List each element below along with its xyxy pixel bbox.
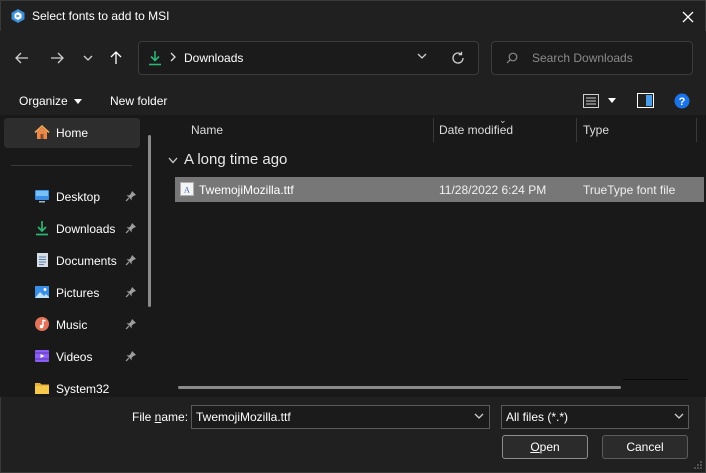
- pin-icon[interactable]: [125, 222, 137, 234]
- address-location[interactable]: Downloads: [184, 51, 243, 65]
- sidebar-item-desktop[interactable]: Desktop: [0, 182, 148, 212]
- view-details-icon[interactable]: [583, 94, 599, 108]
- close-button[interactable]: [671, 1, 705, 32]
- app-icon: [11, 9, 25, 23]
- open-button[interactable]: Open: [502, 435, 588, 459]
- sidebar-divider: [11, 165, 132, 166]
- home-icon: [34, 125, 50, 139]
- file-name-label: File name:: [132, 410, 189, 424]
- file-type-value: All files (*.*): [506, 410, 569, 424]
- arrow-right-icon: [51, 52, 64, 64]
- navigation-bar: Downloads Search Downloads: [0, 31, 706, 87]
- documents-icon: [37, 253, 48, 267]
- file-type: TrueType font file: [583, 183, 676, 197]
- back-button[interactable]: [10, 46, 34, 70]
- preview-pane-icon[interactable]: [637, 93, 654, 108]
- resize-grip-icon[interactable]: [693, 460, 703, 470]
- caret-down-icon: [73, 99, 82, 105]
- navigation-pane: Home Desktop Downloads Documents Picture…: [0, 115, 160, 397]
- address-bar[interactable]: Downloads: [138, 41, 479, 75]
- close-icon: [682, 11, 694, 22]
- file-name-field[interactable]: TwemojiMozilla.ttf: [191, 405, 490, 429]
- sidebar-item-label: Pictures: [56, 286, 100, 300]
- file-row[interactable]: A TwemojiMozilla.ttf 11/28/2022 6:24 PM …: [175, 177, 704, 202]
- file-list: Name ⌄ Date modified Type A long time ag…: [160, 115, 706, 397]
- command-bar: Organize New folder ?: [0, 87, 706, 115]
- sidebar-item-music[interactable]: Music: [0, 310, 148, 340]
- group-header[interactable]: A long time ago: [168, 151, 287, 168]
- sidebar-item-label: System32: [56, 382, 110, 396]
- sidebar-item-label: Videos: [56, 350, 93, 364]
- svg-text:?: ?: [679, 96, 686, 108]
- arrow-up-icon: [110, 51, 122, 64]
- pictures-icon: [35, 286, 49, 298]
- organize-button[interactable]: Organize: [19, 94, 82, 108]
- refresh-icon[interactable]: [451, 51, 465, 65]
- up-button[interactable]: [104, 46, 128, 70]
- pin-icon[interactable]: [125, 190, 137, 202]
- organize-label: Organize: [19, 94, 68, 108]
- search-input[interactable]: Search Downloads: [532, 51, 633, 65]
- file-name: TwemojiMozilla.ttf: [199, 183, 294, 197]
- sidebar-item-home[interactable]: Home: [4, 118, 140, 148]
- cancel-button[interactable]: Cancel: [602, 435, 688, 459]
- font-file-icon: A: [180, 182, 194, 196]
- search-box[interactable]: Search Downloads: [491, 41, 693, 75]
- chevron-down-icon: [168, 157, 178, 164]
- desktop-icon: [35, 190, 49, 203]
- column-divider[interactable]: [696, 118, 697, 142]
- sidebar-scrollbar[interactable]: [148, 135, 151, 307]
- sidebar-item-documents[interactable]: Documents: [0, 246, 148, 276]
- sidebar-item-pictures[interactable]: Pictures: [0, 278, 148, 308]
- sidebar-item-label: Desktop: [56, 190, 101, 204]
- pin-icon[interactable]: [125, 318, 137, 330]
- title-bar: Select fonts to add to MSI: [0, 0, 706, 31]
- recent-locations-button[interactable]: [76, 46, 100, 70]
- pin-icon[interactable]: [125, 286, 137, 298]
- group-label: A long time ago: [184, 151, 288, 168]
- music-icon: [35, 317, 49, 331]
- help-icon[interactable]: ?: [674, 93, 690, 109]
- sidebar-item-downloads[interactable]: Downloads: [0, 214, 148, 244]
- dialog-footer: File name: TwemojiMozilla.ttf All files …: [0, 397, 706, 473]
- file-date-modified: 11/28/2022 6:24 PM: [439, 183, 547, 197]
- window-title: Select fonts to add to MSI: [32, 9, 170, 23]
- chevron-down-icon[interactable]: [474, 413, 484, 419]
- sidebar-item-label: Documents: [56, 254, 117, 268]
- sidebar-item-label: Downloads: [56, 222, 116, 236]
- download-icon: [36, 221, 48, 236]
- sidebar-item-label: Music: [56, 318, 88, 332]
- videos-icon: [35, 350, 49, 362]
- chevron-right-icon: [170, 52, 176, 62]
- column-header-type[interactable]: Type: [583, 123, 609, 151]
- folder-icon: [35, 383, 49, 394]
- column-divider[interactable]: [433, 118, 434, 142]
- new-folder-button[interactable]: New folder: [110, 94, 167, 108]
- column-header-name[interactable]: Name: [191, 123, 223, 151]
- view-options-caret-icon[interactable]: [608, 98, 616, 103]
- horizontal-scrollbar[interactable]: [178, 386, 621, 389]
- svg-text:A: A: [184, 186, 190, 195]
- file-type-select[interactable]: All files (*.*): [501, 405, 689, 429]
- file-name-value[interactable]: TwemojiMozilla.ttf: [196, 410, 291, 424]
- arrow-left-icon: [15, 52, 28, 64]
- chevron-down-icon: [674, 413, 684, 419]
- download-icon: [149, 51, 161, 66]
- pin-icon[interactable]: [125, 350, 137, 362]
- chevron-down-icon: [83, 55, 93, 61]
- column-divider[interactable]: [576, 118, 577, 142]
- column-header-date-modified[interactable]: Date modified: [439, 123, 513, 151]
- search-icon: [506, 52, 518, 64]
- chevron-down-icon[interactable]: [417, 53, 427, 59]
- pin-icon[interactable]: [125, 254, 137, 266]
- sidebar-item-videos[interactable]: Videos: [0, 342, 148, 372]
- sidebar-item-label: Home: [56, 126, 89, 140]
- forward-button[interactable]: [45, 46, 69, 70]
- scrollbar-track-end: [623, 379, 688, 380]
